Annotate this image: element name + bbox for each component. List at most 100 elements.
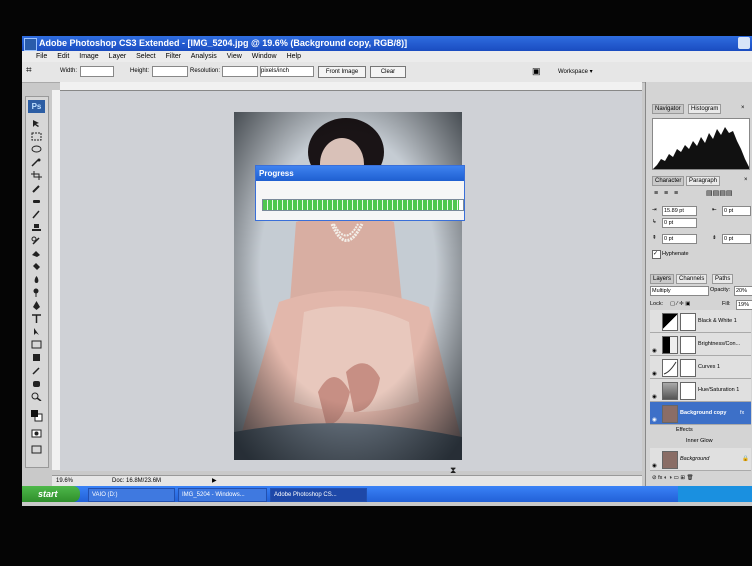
start-button[interactable]: start xyxy=(22,486,80,502)
color-swatches-icon[interactable] xyxy=(30,409,43,422)
tab-navigator[interactable]: Navigator xyxy=(652,104,684,114)
magic-wand-tool-icon[interactable] xyxy=(31,158,42,167)
layer-row[interactable]: ◉ Hue/Saturation 1 xyxy=(650,379,751,402)
layer-actions-icons[interactable]: ⊘ fx ◐ ◑ ▭ ⊞ 🗑 xyxy=(652,474,694,482)
width-label: Width: xyxy=(60,68,78,74)
adjustment-curves-icon xyxy=(662,359,678,377)
menu-image[interactable]: Image xyxy=(79,53,98,60)
tab-paths[interactable]: Paths xyxy=(712,274,734,284)
width-field[interactable] xyxy=(80,66,114,77)
visibility-eye-icon[interactable] xyxy=(652,317,659,324)
effects-label[interactable]: Effects xyxy=(676,426,693,434)
units-select[interactable]: pixels/inch xyxy=(260,66,314,77)
progress-title: Progress xyxy=(256,166,464,181)
close-icon[interactable]: × xyxy=(742,176,750,184)
space-before-icon: ⇞ xyxy=(652,235,657,241)
taskbar: start VAIO (D:) IMG_5204 - Windows... Ad… xyxy=(22,486,752,502)
layer-row[interactable]: Black & White 1 xyxy=(650,310,751,333)
align-left-icon[interactable]: ≡ xyxy=(654,190,658,198)
eyedropper-sample-tool-icon[interactable] xyxy=(31,366,42,375)
indent-left-field[interactable]: 15.89 pt xyxy=(662,206,697,216)
resolution-field[interactable] xyxy=(222,66,258,77)
lock-icons[interactable]: ▢ ⁄ ✛ ▣ xyxy=(670,300,691,308)
clear-button[interactable]: Clear xyxy=(370,66,406,78)
visibility-eye-icon[interactable]: ◉ xyxy=(652,363,659,377)
menu-filter[interactable]: Filter xyxy=(166,53,182,60)
tab-channels[interactable]: Channels xyxy=(676,274,708,284)
align-right-icon[interactable]: ≡ xyxy=(674,190,678,198)
layer-mask-thumb xyxy=(680,359,696,377)
space-before-field[interactable]: 0 pt xyxy=(662,234,697,244)
front-image-button[interactable]: Front Image xyxy=(318,66,366,78)
type-tool-icon[interactable] xyxy=(31,314,42,323)
clone-stamp-tool-icon[interactable] xyxy=(31,223,42,232)
fill-field[interactable]: 19% xyxy=(736,300,752,310)
history-brush-tool-icon[interactable] xyxy=(31,236,42,245)
layer-row[interactable]: ◉ Background 🔒 xyxy=(650,448,751,471)
notes-tool-icon[interactable] xyxy=(31,353,42,362)
blend-mode-select[interactable]: Multiply xyxy=(650,286,709,296)
path-selection-tool-icon[interactable] xyxy=(31,327,42,336)
visibility-eye-icon[interactable]: ◉ xyxy=(652,386,659,400)
tab-layers[interactable]: Layers xyxy=(650,274,675,284)
menu-view[interactable]: View xyxy=(227,53,242,60)
screen-mode-icon[interactable] xyxy=(31,445,42,454)
layer-mask-thumb xyxy=(680,382,696,400)
eyedropper-tool-icon[interactable] xyxy=(31,184,42,193)
blur-tool-icon[interactable] xyxy=(31,275,42,284)
paint-bucket-tool-icon[interactable] xyxy=(31,262,42,271)
zoom-level[interactable]: 19.6% xyxy=(56,476,73,486)
marquee-tool-icon[interactable] xyxy=(31,132,42,141)
indent-right-field[interactable]: 0 pt xyxy=(722,206,751,216)
menu-layer[interactable]: Layer xyxy=(109,53,127,60)
layer-row[interactable]: ◉ Curves 1 xyxy=(650,356,751,379)
crop-tool-icon[interactable]: ⌗ xyxy=(26,65,32,76)
menu-file[interactable]: File xyxy=(36,53,47,60)
visibility-eye-icon[interactable]: ◉ xyxy=(652,340,659,354)
taskbar-item-photoshop[interactable]: Adobe Photoshop CS... xyxy=(270,488,367,502)
brush-tool-icon[interactable] xyxy=(31,210,42,219)
first-line-field[interactable]: 0 pt xyxy=(662,218,697,228)
taskbar-item-explorer[interactable]: IMG_5204 - Windows... xyxy=(178,488,267,502)
crop-tool-icon[interactable] xyxy=(31,171,42,180)
fx-icon: fx xyxy=(740,410,745,416)
tab-character[interactable]: Character xyxy=(652,176,685,186)
close-icon[interactable]: × xyxy=(739,104,747,112)
opacity-field[interactable]: 20% xyxy=(734,286,752,296)
move-tool-icon[interactable] xyxy=(31,119,42,128)
pen-tool-icon[interactable] xyxy=(31,301,42,310)
title-bar[interactable]: Adobe Photoshop CS3 Extended - [IMG_5204… xyxy=(22,36,752,51)
menu-select[interactable]: Select xyxy=(136,53,155,60)
layer-row[interactable]: ◉ Brightness/Con... xyxy=(650,333,751,356)
space-after-field[interactable]: 0 pt xyxy=(722,234,751,244)
dodge-tool-icon[interactable] xyxy=(31,288,42,297)
layer-row-selected[interactable]: ◉ Background copy fx xyxy=(650,402,751,425)
status-arrow-icon[interactable]: ▶ xyxy=(212,476,217,486)
lasso-tool-icon[interactable] xyxy=(31,145,42,154)
close-icon[interactable] xyxy=(738,37,750,49)
workspace-icon[interactable]: ▣ xyxy=(532,66,541,77)
menu-help[interactable]: Help xyxy=(287,53,301,60)
healing-brush-tool-icon[interactable] xyxy=(31,197,42,206)
tab-paragraph[interactable]: Paragraph xyxy=(686,176,721,186)
taskbar-item-vaio[interactable]: VAIO (D:) xyxy=(88,488,175,502)
shape-tool-icon[interactable] xyxy=(31,340,42,349)
options-bar: ⌗ Width: Height: Resolution: pixels/inch… xyxy=(22,62,752,83)
visibility-eye-icon[interactable]: ◉ xyxy=(652,455,659,469)
menu-edit[interactable]: Edit xyxy=(57,53,69,60)
eraser-tool-icon[interactable] xyxy=(31,249,42,258)
hyphenate-checkbox[interactable]: ✓ xyxy=(652,250,661,259)
justify-icon[interactable]: ▤▤▤▤ xyxy=(706,190,732,198)
quick-mask-icon[interactable] xyxy=(31,429,42,438)
tab-histogram[interactable]: Histogram xyxy=(688,104,722,114)
status-bar: 19.6% Doc: 16.8M/23.6M ▶ xyxy=(52,475,642,486)
align-center-icon[interactable]: ≡ xyxy=(664,190,668,198)
height-field[interactable] xyxy=(152,66,188,77)
menu-analysis[interactable]: Analysis xyxy=(191,53,217,60)
zoom-tool-icon[interactable] xyxy=(31,392,42,401)
hand-tool-icon[interactable] xyxy=(31,379,42,388)
menu-window[interactable]: Window xyxy=(252,53,277,60)
workspace-menu[interactable]: Workspace ▾ xyxy=(558,68,593,75)
visibility-eye-icon[interactable]: ◉ xyxy=(652,409,659,423)
inner-glow-label[interactable]: Inner Glow xyxy=(686,437,713,445)
